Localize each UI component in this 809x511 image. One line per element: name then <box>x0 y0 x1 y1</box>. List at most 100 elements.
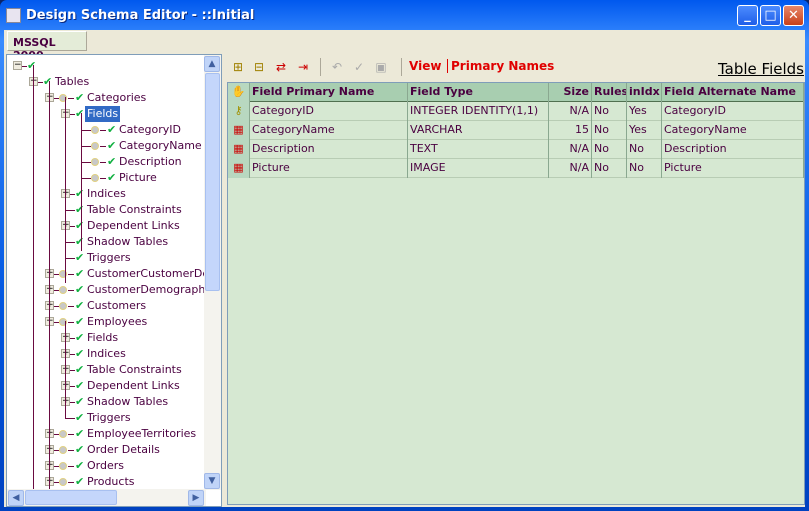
col-header-inidx[interactable]: inIdx <box>627 83 662 102</box>
col-header-rules[interactable]: Rules <box>592 83 627 102</box>
close-button[interactable]: ✕ <box>783 5 804 26</box>
tree-item[interactable]: ✔ Picture <box>7 170 206 186</box>
tree-item[interactable]: ✔ Shadow Tables <box>7 234 206 250</box>
primary-key-icon[interactable]: ⚷ <box>228 102 250 121</box>
tree-item[interactable]: −✔Employees <box>7 314 206 330</box>
tree-item-label: Description <box>119 155 182 168</box>
tree-item[interactable]: +✔CustomerCustomerDemo <box>7 266 221 282</box>
valid-check-icon: ✔ <box>75 267 85 280</box>
move-right-icon[interactable]: ⇄ <box>273 59 289 75</box>
database-tab[interactable]: MSSQL 2000 <box>7 31 87 62</box>
tree-item[interactable]: +✔Table Constraints <box>7 362 206 378</box>
scroll-down-button[interactable]: ▼ <box>204 473 220 489</box>
cell-rules[interactable]: No <box>592 102 627 121</box>
cell-inidx[interactable]: No <box>627 140 662 159</box>
tree-connector <box>68 98 74 99</box>
tree-item[interactable]: ✔ Description <box>7 154 206 170</box>
tree-item-label: Categories <box>87 91 147 104</box>
primary-names-link[interactable]: Primary Names <box>447 59 554 73</box>
tree-item[interactable]: ✔ CategoryName <box>7 138 206 154</box>
tree-item[interactable]: +✔Indices <box>7 186 206 202</box>
tree-item[interactable]: +✔Indices <box>7 346 206 362</box>
tree-item[interactable]: +✔CustomerDemographics <box>7 282 220 298</box>
table-row[interactable]: ▦ CategoryName VARCHAR 15 No Yes CategoryName <box>228 121 804 140</box>
cell-rules[interactable]: No <box>592 159 627 178</box>
tree-item[interactable]: +✔Dependent Links <box>7 378 206 394</box>
col-header-type[interactable]: Field Type <box>408 83 549 102</box>
cell-type[interactable]: TEXT <box>408 140 549 159</box>
cell-alt[interactable]: Picture <box>662 159 804 178</box>
table-row[interactable]: ⚷ CategoryID INTEGER IDENTITY(1,1) N/A No Yes… <box>228 102 804 121</box>
tree-item[interactable]: ✔ Table Constraints <box>7 202 206 218</box>
hierarchy-icon[interactable]: ⊞ <box>230 59 246 75</box>
tree-item[interactable]: −✔Fields <box>7 106 206 122</box>
tree-connector <box>65 418 75 419</box>
cell-rules[interactable]: No <box>592 140 627 159</box>
vertical-scrollbar[interactable]: ▲ ▼ <box>204 55 221 490</box>
maximize-button[interactable]: □ <box>760 5 781 26</box>
tree-item[interactable]: +✔Fields <box>7 330 206 346</box>
cell-size[interactable]: N/A <box>549 159 592 178</box>
add-child-icon[interactable]: ⊟ <box>251 59 267 75</box>
cell-alt[interactable]: CategoryName <box>662 121 804 140</box>
table-row[interactable]: ▦ Picture IMAGE N/A No No Picture <box>228 159 804 178</box>
cell-rules[interactable]: No <box>592 121 627 140</box>
cell-name[interactable]: CategoryName <box>250 121 408 140</box>
scroll-thumb[interactable] <box>205 73 220 291</box>
cell-alt[interactable]: Description <box>662 140 804 159</box>
check-icon[interactable]: ✓ <box>351 59 367 75</box>
cell-size[interactable]: N/A <box>549 102 592 121</box>
scroll-left-button[interactable]: ◀ <box>8 490 24 506</box>
table-row[interactable]: ▦ Description TEXT N/A No No Description <box>228 140 804 159</box>
fields-grid[interactable]: ✋ Field Primary Name Field Type Size Rul… <box>227 82 805 505</box>
tree-connector <box>68 290 74 291</box>
scroll-right-button[interactable]: ▶ <box>188 490 204 506</box>
tree-item[interactable]: −✔Tables <box>7 74 206 90</box>
minimize-button[interactable]: _ <box>737 5 758 26</box>
tree-item[interactable]: +✔Shadow Tables <box>7 394 206 410</box>
tree-item[interactable]: +✔EmployeeTerritories <box>7 426 206 442</box>
cell-type[interactable]: INTEGER IDENTITY(1,1) <box>408 102 549 121</box>
cell-size[interactable]: 15 <box>549 121 592 140</box>
cell-type[interactable]: VARCHAR <box>408 121 549 140</box>
tree-item[interactable]: +✔Products <box>7 474 206 490</box>
tree-guide-line <box>81 113 82 251</box>
cell-inidx[interactable]: No <box>627 159 662 178</box>
cell-size[interactable]: N/A <box>549 140 592 159</box>
collapse-icon[interactable]: − <box>13 61 22 70</box>
tree-item[interactable]: −✔Categories <box>7 90 206 106</box>
cell-inidx[interactable]: Yes <box>627 121 662 140</box>
cell-inidx[interactable]: Yes <box>627 102 662 121</box>
cell-name[interactable]: CategoryID <box>250 102 408 121</box>
field-icon[interactable]: ▦ <box>228 159 250 178</box>
col-header-alt-name[interactable]: Field Alternate Name <box>662 83 804 102</box>
tree-item[interactable]: +✔Dependent Links <box>7 218 206 234</box>
field-icon[interactable]: ▦ <box>228 121 250 140</box>
tree-item[interactable]: +✔Customers <box>7 298 206 314</box>
cell-name[interactable]: Description <box>250 140 408 159</box>
cell-alt[interactable]: CategoryID <box>662 102 804 121</box>
undo-icon[interactable]: ↶ <box>329 59 345 75</box>
field-icon[interactable]: ▦ <box>228 140 250 159</box>
tree-item[interactable]: ✔ CategoryID <box>7 122 206 138</box>
view-link[interactable]: View <box>409 59 441 73</box>
save-icon[interactable]: ▣ <box>373 59 389 75</box>
col-header-name[interactable]: Field Primary Name <box>250 83 408 102</box>
col-header-size[interactable]: Size <box>549 83 592 102</box>
scroll-up-button[interactable]: ▲ <box>204 56 220 72</box>
tree-guide-line <box>65 97 66 283</box>
tree-item[interactable]: +✔Orders <box>7 458 206 474</box>
cell-type[interactable]: IMAGE <box>408 159 549 178</box>
tree-item[interactable]: ✔ Triggers <box>7 250 206 266</box>
hscroll-thumb[interactable] <box>25 490 117 505</box>
move-in-icon[interactable]: ⇥ <box>295 59 311 75</box>
tree-item[interactable]: +✔Order Details <box>7 442 206 458</box>
hand-icon[interactable]: ✋ <box>228 83 250 102</box>
valid-check-icon: ✔ <box>75 427 85 440</box>
horizontal-scrollbar[interactable]: ◀ ▶ <box>7 489 206 506</box>
schema-tree[interactable]: −✔−✔Tables−✔Categories−✔Fields✔CategoryI… <box>6 54 222 507</box>
valid-check-icon: ✔ <box>75 395 85 408</box>
cell-name[interactable]: Picture <box>250 159 408 178</box>
tree-item[interactable]: − ✔ <box>7 58 206 74</box>
tree-item[interactable]: ✔ Triggers <box>7 410 206 426</box>
